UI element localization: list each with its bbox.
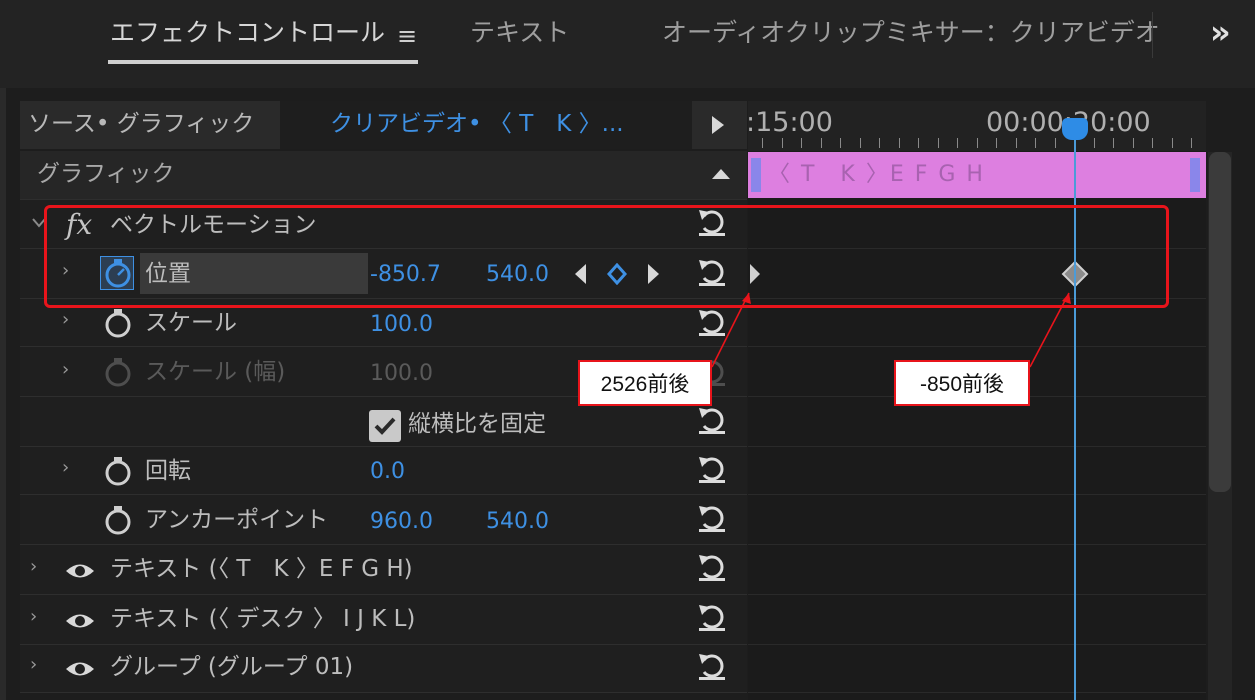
ruler-tick — [957, 138, 958, 148]
stopwatch-icon[interactable] — [103, 456, 133, 486]
scrollbar-thumb[interactable] — [1209, 152, 1231, 492]
anchor-y-value[interactable]: 540.0 — [486, 511, 549, 533]
rotation-label: 回転 — [145, 458, 191, 484]
time-label-left: :15:00 — [746, 107, 833, 138]
scale-value[interactable]: 100.0 — [370, 314, 433, 336]
ruler-tick — [762, 138, 763, 148]
rotation-value[interactable]: 0.0 — [370, 461, 405, 483]
reset-parameter-icon[interactable] — [696, 502, 728, 534]
playhead-handle[interactable] — [1062, 118, 1088, 140]
scale-width-value: 100.0 — [370, 361, 433, 386]
reset-parameter-icon[interactable] — [696, 601, 728, 633]
ruler-tick — [1152, 138, 1153, 148]
check-icon — [374, 417, 396, 435]
reset-parameter-icon[interactable] — [696, 453, 728, 485]
ruler-tick — [860, 138, 861, 148]
row-divider — [20, 446, 747, 447]
ruler-tick — [1055, 138, 1056, 148]
eye-icon[interactable] — [64, 610, 96, 632]
timeline-row-divider — [748, 692, 1206, 693]
ruler-tick — [918, 138, 919, 148]
stopwatch-icon[interactable] — [103, 308, 133, 338]
stopwatch-icon — [105, 358, 131, 387]
clip-name-link[interactable]: クリアビデオ• 〈 T K 〉... — [330, 113, 624, 136]
layer-label: グループ (グループ 01) — [110, 654, 354, 680]
panel-tab-bar: エフェクトコントロール ≡ テキスト オーディオクリップミキサー：クリアビデオ … — [0, 0, 1255, 88]
overflow-tabs-icon[interactable]: » — [1210, 16, 1231, 48]
uniform-scale-checkbox[interactable] — [369, 410, 401, 442]
chevron-right-icon[interactable]: › — [30, 656, 37, 674]
ruler-tick — [1035, 138, 1036, 148]
panel-edge — [0, 0, 6, 700]
chevron-right-icon[interactable]: › — [62, 361, 69, 379]
tab-divider — [1152, 12, 1153, 58]
row-divider — [20, 494, 747, 495]
ruler-tick — [1133, 138, 1134, 148]
row-divider — [20, 199, 747, 200]
highlight-box — [44, 205, 1169, 308]
clip-bar-label: 〈 T K 〉E F G H — [768, 162, 985, 187]
timeline-row-divider — [748, 544, 1206, 545]
ruler-tick — [879, 138, 880, 148]
row-divider — [20, 594, 747, 595]
row-divider — [20, 644, 747, 645]
scale-width-label: スケール (幅) — [145, 359, 286, 385]
reset-parameter-icon[interactable] — [696, 551, 728, 583]
row-divider — [20, 692, 747, 693]
ruler-tick — [938, 138, 939, 148]
ruler-tick — [840, 138, 841, 148]
timeline-row-divider — [748, 446, 1206, 447]
graphic-header-label: グラフィック — [37, 161, 175, 187]
eye-icon[interactable] — [64, 560, 96, 582]
ruler-tick — [1172, 138, 1173, 148]
timeline-row-divider — [748, 346, 1206, 347]
chevron-right-icon[interactable]: › — [62, 311, 69, 329]
reset-parameter-icon[interactable] — [696, 306, 728, 338]
ruler-tick — [1191, 138, 1192, 148]
chevron-right-icon[interactable]: › — [30, 608, 37, 626]
ruler-tick — [1113, 138, 1114, 148]
ruler-tick — [899, 138, 900, 148]
uniform-scale-label[interactable]: 縦横比を固定 — [408, 413, 546, 436]
scale-label: スケール — [145, 310, 237, 336]
panel-menu-icon[interactable]: ≡ — [397, 24, 417, 48]
reset-parameter-icon[interactable] — [696, 404, 728, 436]
row-divider — [20, 544, 747, 545]
ruler-tick — [1016, 138, 1017, 148]
callout-left: 2526前後 — [578, 360, 712, 406]
source-label: ソース• グラフィック — [28, 111, 255, 137]
collapse-up-icon[interactable] — [710, 167, 732, 181]
row-divider — [20, 346, 747, 347]
ruler-tick — [782, 138, 783, 148]
reset-parameter-icon[interactable] — [696, 650, 728, 682]
ruler-tick — [1094, 138, 1095, 148]
tab-text[interactable]: テキスト — [470, 20, 569, 45]
timeline-row-divider — [748, 494, 1206, 495]
ruler-tick — [801, 138, 802, 148]
chevron-right-icon[interactable]: › — [62, 459, 69, 477]
timeline-row-divider — [748, 644, 1206, 645]
ruler-tick — [977, 138, 978, 148]
tab-effect-controls[interactable]: エフェクトコントロール — [110, 20, 385, 45]
anchor-point-label: アンカーポイント — [145, 507, 329, 533]
stopwatch-icon[interactable] — [103, 505, 133, 535]
tab-audio-clip-mixer[interactable]: オーディオクリップミキサー：クリアビデオ — [662, 20, 1160, 45]
callout-right: -850前後 — [894, 360, 1030, 406]
ruler-tick — [996, 138, 997, 148]
timeline-row-divider — [748, 594, 1206, 595]
anchor-x-value[interactable]: 960.0 — [370, 511, 433, 533]
eye-icon[interactable] — [64, 658, 96, 680]
clip-out-handle[interactable] — [1190, 158, 1200, 192]
play-icon[interactable] — [710, 114, 726, 136]
chevron-right-icon[interactable]: › — [30, 558, 37, 576]
clip-in-handle[interactable] — [751, 158, 761, 192]
layer-label: テキスト (〈 T K 〉E F G H) — [110, 556, 413, 582]
active-tab-underline — [108, 60, 418, 64]
layer-label: テキスト (〈 デスク 〉 I J K L) — [110, 606, 416, 632]
ruler-tick — [821, 138, 822, 148]
